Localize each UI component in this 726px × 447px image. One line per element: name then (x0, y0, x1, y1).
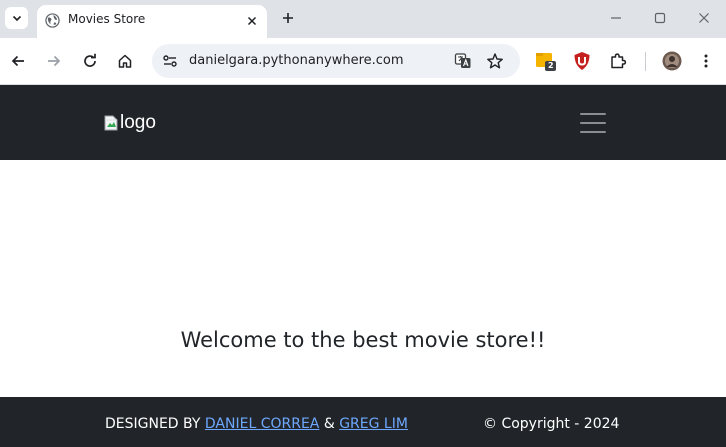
designed-by-label: DESIGNED BY (105, 416, 201, 432)
logo-link[interactable]: logo (104, 110, 156, 136)
close-window-button[interactable] (692, 6, 716, 30)
tab-search-button[interactable] (5, 7, 28, 29)
avatar (662, 51, 682, 71)
tab-strip: Movies Store (0, 0, 726, 38)
folder-extension-icon (536, 53, 556, 71)
author-link-daniel-correa[interactable]: DANIEL CORREA (205, 416, 319, 432)
author-separator: & (323, 416, 335, 432)
minimize-button[interactable] (604, 6, 628, 30)
close-icon (247, 16, 257, 26)
extensions-button[interactable] (607, 50, 629, 72)
tab-title: Movies Store (68, 12, 146, 26)
broken-image-icon (104, 115, 118, 131)
minimize-icon (611, 17, 621, 19)
browser-toolbar: danielgara.pythonanywhere.com 2 (0, 38, 726, 85)
close-icon (699, 13, 709, 23)
chevron-down-icon (12, 15, 21, 22)
maximize-icon (654, 12, 666, 24)
more-vertical-icon (704, 54, 708, 68)
tune-icon (163, 55, 177, 67)
reload-icon (84, 53, 96, 67)
hamburger-icon (580, 113, 606, 115)
site-info-button[interactable] (161, 52, 179, 70)
footer-credit: DESIGNED BY DANIEL CORREA & GREG LIM (105, 416, 408, 432)
translate-icon (454, 53, 471, 68)
reload-button[interactable] (79, 50, 101, 72)
site-footer: DESIGNED BY DANIEL CORREA & GREG LIM © C… (0, 397, 726, 447)
home-button[interactable] (114, 50, 136, 72)
globe-icon (45, 13, 60, 28)
tab-movies-store[interactable]: Movies Store (37, 5, 267, 38)
copyright-text: © Copyright - 2024 (483, 416, 620, 432)
close-tab-button[interactable] (243, 12, 261, 30)
new-tab-button[interactable] (278, 8, 298, 28)
bookmark-button[interactable] (486, 52, 504, 70)
extension-badge: 2 (548, 61, 554, 70)
arrow-right-icon (48, 55, 61, 67)
translate-button[interactable] (454, 52, 472, 70)
puzzle-extensions-icon (611, 53, 627, 69)
welcome-heading: Welcome to the best movie store!! (180, 328, 546, 352)
plus-icon (283, 13, 293, 23)
address-bar[interactable]: danielgara.pythonanywhere.com (152, 44, 520, 78)
ublock-icon (574, 52, 590, 70)
back-button[interactable] (7, 50, 29, 72)
star-icon (487, 53, 503, 69)
profile-button[interactable] (661, 50, 683, 72)
browser-menu-button[interactable] (695, 50, 717, 72)
ublock-button[interactable] (571, 50, 593, 72)
logo-alt-text: logo (120, 112, 156, 133)
arrow-left-icon (11, 55, 24, 67)
navbar-toggle-button[interactable] (577, 109, 609, 137)
home-icon (118, 54, 132, 68)
toolbar-divider (645, 52, 646, 71)
site-navbar: logo (0, 85, 726, 160)
forward-button[interactable] (43, 50, 65, 72)
maximize-button[interactable] (648, 6, 672, 30)
folder-extension-button[interactable]: 2 (535, 50, 557, 72)
url-text[interactable]: danielgara.pythonanywhere.com (189, 53, 404, 68)
author-link-greg-lim[interactable]: GREG LIM (339, 416, 408, 432)
